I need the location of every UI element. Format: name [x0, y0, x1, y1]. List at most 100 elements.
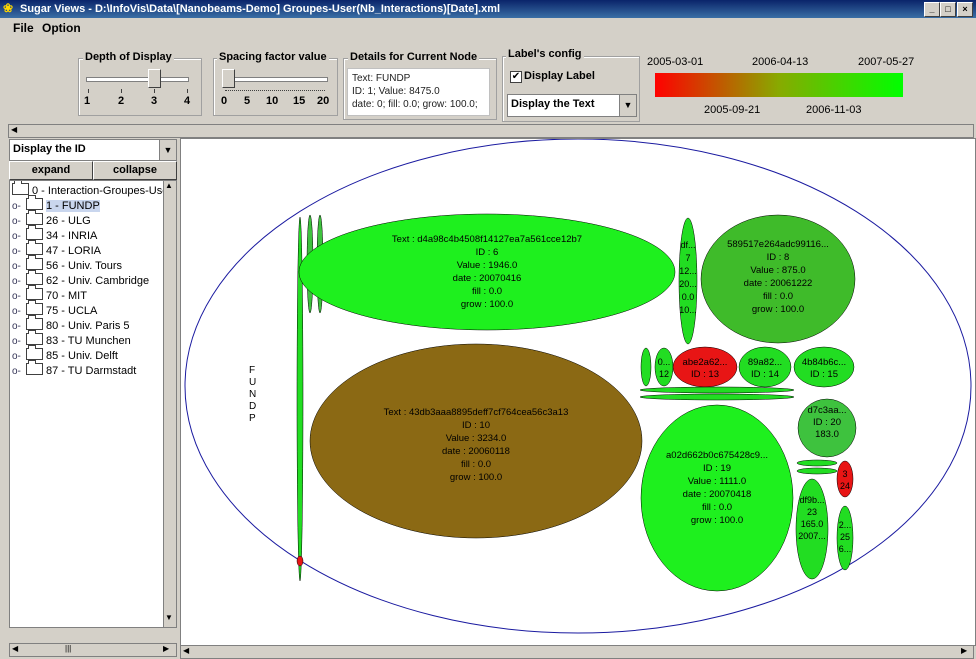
- spacing-slider-track[interactable]: [222, 77, 328, 82]
- spacing-slider-thumb[interactable]: [222, 69, 236, 88]
- expand-handle-icon[interactable]: o-: [12, 246, 26, 257]
- node-label-line: ID : 14: [751, 369, 779, 380]
- scroll-right-icon[interactable]: ▶: [163, 644, 169, 653]
- tree-item[interactable]: o- 70 - MIT: [12, 285, 87, 303]
- depth-title: Depth of Display: [83, 51, 174, 63]
- tree-item[interactable]: o- 1 - FUNDP: [12, 195, 100, 213]
- expand-handle-icon[interactable]: o-: [12, 336, 26, 347]
- node-ellipse[interactable]: [640, 347, 652, 387]
- tree-item[interactable]: o- 75 - UCLA: [12, 300, 97, 318]
- scroll-right-icon[interactable]: ▶: [961, 646, 967, 655]
- scroll-down-icon[interactable]: ▼: [165, 613, 173, 622]
- folder-icon: [26, 285, 43, 300]
- node-ellipse[interactable]: [796, 467, 838, 475]
- menu-option[interactable]: Option: [42, 21, 81, 35]
- maximize-button[interactable]: □: [940, 2, 956, 17]
- depth-slider-track[interactable]: [86, 77, 189, 82]
- minimize-button[interactable]: _: [924, 2, 940, 17]
- details-line-2: ID: 1; Value: 8475.0: [352, 86, 440, 97]
- id-display-value: Display the ID: [13, 143, 86, 155]
- expand-handle-icon[interactable]: o-: [12, 231, 26, 242]
- folder-icon: [26, 345, 43, 360]
- tree-horizontal-scrollbar[interactable]: ◀ ||| ▶: [9, 643, 177, 657]
- label-mode-dropdown[interactable]: Display the Text ▼: [507, 94, 637, 117]
- node-6-ellipse[interactable]: [298, 213, 676, 331]
- scroll-left-icon[interactable]: ◀: [12, 644, 18, 653]
- ellimap-canvas[interactable]: F U N D P Text : d4a98c4b4508f14127ea7a5…: [181, 138, 975, 645]
- tree-item[interactable]: o- 34 - INRIA: [12, 225, 97, 243]
- spacing-title: Spacing factor value: [217, 51, 329, 63]
- node-ellipse[interactable]: [639, 393, 795, 401]
- folder-icon: [26, 270, 43, 285]
- scroll-grip-icon[interactable]: |||: [65, 644, 71, 653]
- display-label-checkbox[interactable]: ✔: [510, 71, 522, 83]
- node-label-line: 165.0: [801, 519, 824, 529]
- tree-item[interactable]: o- 26 - ULG: [12, 210, 91, 228]
- node-label-line: date : 20070418: [683, 489, 752, 500]
- node-12-ellipse[interactable]: [654, 347, 674, 387]
- node-label-line: 2007...: [798, 531, 826, 541]
- view-horizontal-scrollbar[interactable]: ◀ ▶: [180, 645, 974, 659]
- node-label-line: ID : 15: [810, 369, 838, 380]
- node-label-line: ID : 13: [691, 369, 719, 380]
- node-24-ellipse[interactable]: [836, 460, 854, 498]
- expand-handle-icon[interactable]: o-: [12, 306, 26, 317]
- depth-label-1: 1: [84, 95, 91, 107]
- node-label-line: 4b84b6c...: [802, 357, 846, 368]
- node-label-line: 20...: [679, 279, 697, 289]
- folder-icon: [26, 315, 43, 330]
- close-button[interactable]: ×: [957, 2, 973, 17]
- node-label-line: fill : 0.0: [763, 291, 793, 302]
- tree-item-label: 1 - FUNDP: [46, 200, 100, 212]
- node-label-line: 3: [842, 469, 847, 479]
- tree-item[interactable]: o- 87 - TU Darmstadt: [12, 360, 136, 378]
- node-label-line: grow : 100.0: [450, 472, 502, 483]
- expand-handle-icon[interactable]: o-: [12, 261, 26, 272]
- node-ellipse[interactable]: [796, 459, 838, 467]
- expand-button[interactable]: expand: [9, 161, 93, 180]
- scroll-left-icon[interactable]: ◀: [11, 125, 17, 134]
- details-line-3: date: 0; fill: 0.0; grow: 100.0;: [352, 99, 478, 110]
- tree-view: 0 - Interaction-Groupes-User( o- 1 - FUND…: [9, 180, 164, 628]
- expand-handle-icon[interactable]: o-: [12, 216, 26, 227]
- node-ellipse[interactable]: [296, 555, 304, 567]
- menu-file[interactable]: File: [13, 21, 34, 35]
- node-label-line: 6...: [839, 544, 852, 554]
- tree-item[interactable]: o- 47 - LORIA: [12, 240, 101, 258]
- label-mode-value: Display the Text: [511, 98, 595, 110]
- expand-handle-icon[interactable]: o-: [12, 201, 26, 212]
- expand-handle-icon[interactable]: o-: [12, 351, 26, 362]
- expand-handle-icon[interactable]: o-: [12, 366, 26, 377]
- node-23-ellipse[interactable]: [795, 478, 829, 580]
- expand-handle-icon[interactable]: o-: [12, 291, 26, 302]
- details-line-1: Text: FUNDP: [352, 73, 411, 84]
- depth-label-3: 3: [151, 95, 158, 107]
- tree-root-label: 0 - Interaction-Groupes-User(: [32, 185, 164, 197]
- node-label-line: grow : 100.0: [752, 304, 804, 315]
- depth-slider-thumb[interactable]: [148, 69, 162, 88]
- node-label-line: 24: [840, 481, 850, 491]
- tree-vertical-scrollbar[interactable]: ▲ ▼: [163, 180, 177, 628]
- collapse-button[interactable]: collapse: [93, 161, 177, 180]
- chevron-down-icon[interactable]: ▼: [619, 95, 636, 116]
- node-label-line: fill : 0.0: [702, 502, 732, 513]
- expand-handle-icon[interactable]: o-: [12, 276, 26, 287]
- ellimap-view[interactable]: F U N D P Text : d4a98c4b4508f14127ea7a5…: [180, 138, 976, 646]
- depth-tick: [88, 89, 89, 93]
- folder-icon: [12, 181, 29, 195]
- id-display-dropdown[interactable]: Display the ID ▼: [9, 139, 177, 161]
- scroll-up-icon[interactable]: ▲: [165, 181, 173, 190]
- details-box: Text: FUNDP ID: 1; Value: 8475.0 date: 0…: [347, 68, 490, 116]
- fundp-letter: N: [249, 389, 256, 400]
- title-bar: ❀ Sugar Views - D:\InfoVis\Data\[Nanobea…: [0, 0, 976, 18]
- top-horizontal-scrollbar[interactable]: ◀: [8, 124, 974, 138]
- node-ellipse[interactable]: [639, 386, 795, 394]
- depth-group: [78, 58, 202, 116]
- spacing-minor-ticks: [225, 90, 325, 94]
- expand-handle-icon[interactable]: o-: [12, 321, 26, 332]
- node-label-line: 7: [685, 253, 690, 263]
- spacing-label-0: 0: [221, 95, 228, 107]
- chevron-down-icon[interactable]: ▼: [159, 140, 176, 160]
- scroll-left-icon[interactable]: ◀: [183, 646, 189, 655]
- fundp-letter: P: [249, 413, 256, 424]
